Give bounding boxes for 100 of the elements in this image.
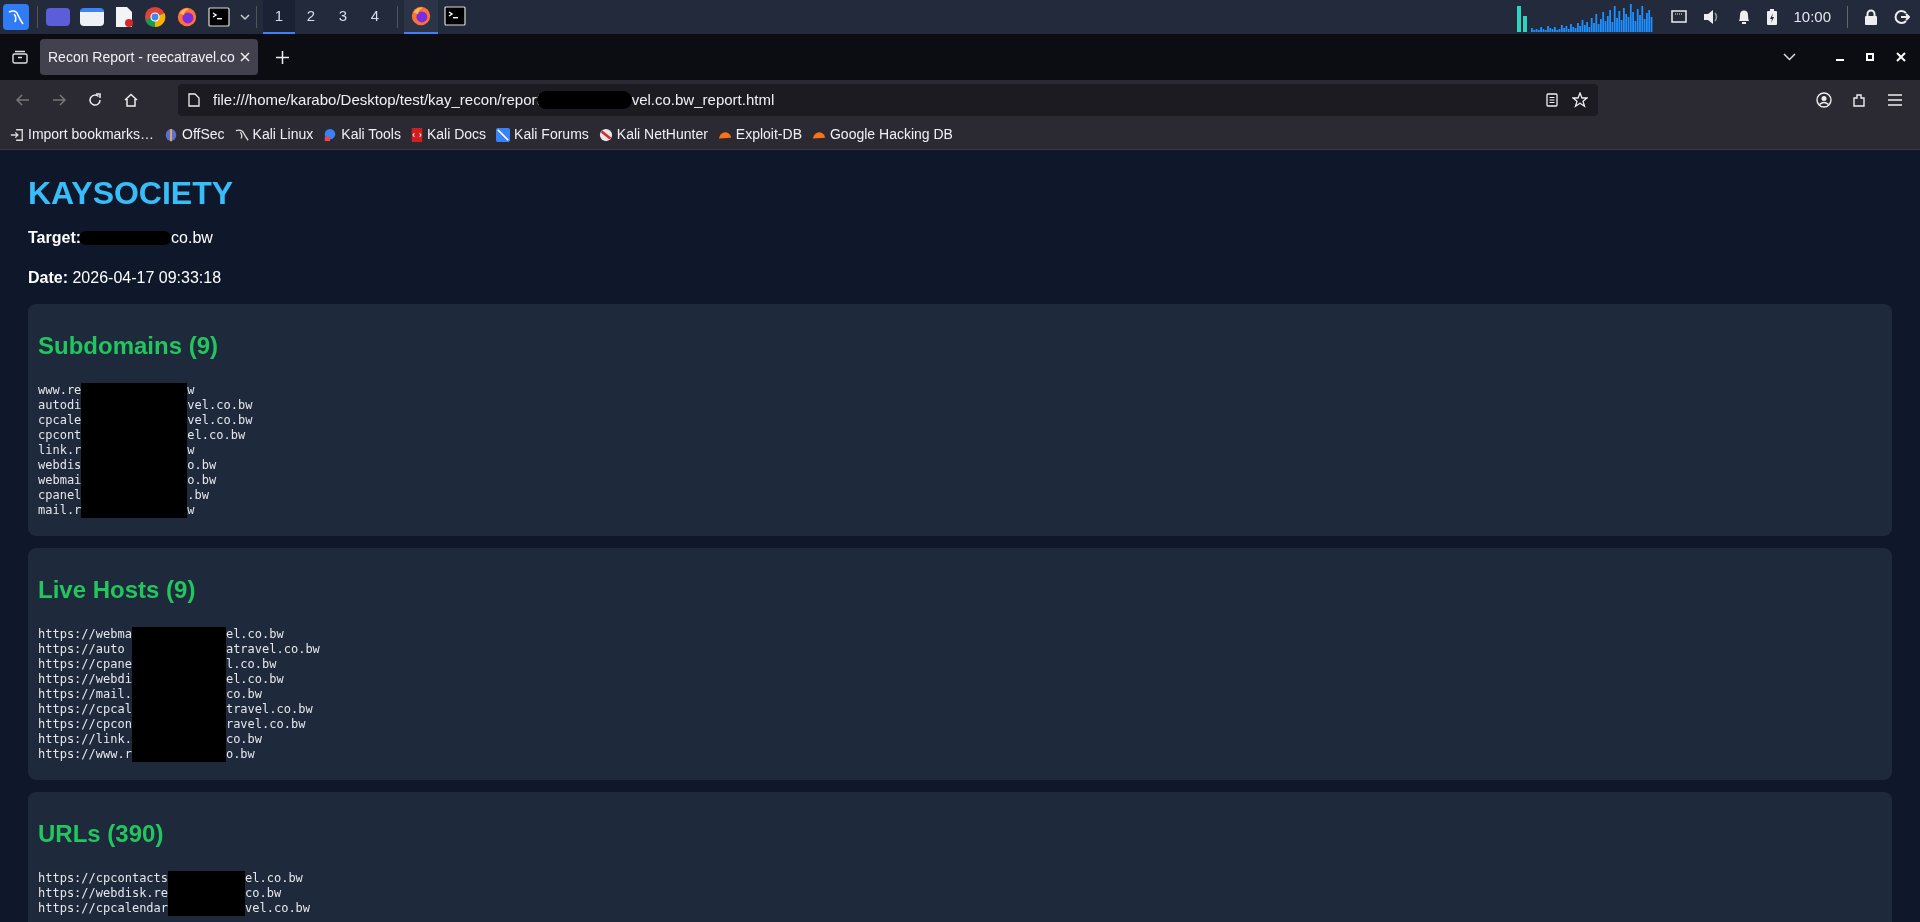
line-text: webdis xyxy=(38,458,82,474)
terminal-icon xyxy=(208,7,230,27)
chevron-down-icon[interactable] xyxy=(1783,53,1796,61)
maximize-icon[interactable] xyxy=(1866,53,1874,61)
workspace-button[interactable]: 4 xyxy=(359,0,391,34)
bookmark[interactable]: Google Hacking DB xyxy=(812,124,953,145)
new-tab-icon[interactable] xyxy=(276,50,289,64)
menu-icon[interactable] xyxy=(1888,94,1902,106)
nethunter-icon xyxy=(598,127,613,142)
line-text: el.co.bw xyxy=(245,870,304,886)
line-text: cpcont xyxy=(38,428,82,444)
line-text: cpcale xyxy=(38,413,82,429)
target-label: Target: xyxy=(28,228,82,249)
line-text: o.bw xyxy=(225,747,256,762)
line-text: co.bw xyxy=(225,687,264,702)
line-text: link.r xyxy=(38,443,82,459)
dragon-icon xyxy=(7,8,25,26)
line-text: https://www.r xyxy=(38,747,132,762)
url-text: file:///home/karabo/Desktop/test/kay_recon/report xyxy=(213,89,541,110)
line-text: https://cpane xyxy=(38,657,132,672)
line-text: mail.r xyxy=(38,503,82,519)
bookmark[interactable]: Kali Docs xyxy=(410,124,487,145)
line-text: https://webma xyxy=(38,627,132,642)
account-icon[interactable] xyxy=(1816,92,1832,108)
import-icon xyxy=(10,127,24,142)
offsec-icon xyxy=(164,127,179,142)
text-editor-icon[interactable] xyxy=(114,6,134,28)
report-date: Date: 2026-04-17 09:33:18 xyxy=(28,268,223,289)
workspace-button[interactable]: 2 xyxy=(295,0,327,34)
line-text: o.bw xyxy=(187,473,218,489)
battery-icon[interactable] xyxy=(1767,9,1778,25)
forward-icon[interactable] xyxy=(52,94,66,106)
reload-icon[interactable] xyxy=(88,93,102,107)
kali-menu-button[interactable] xyxy=(3,4,29,30)
terminal-icon xyxy=(444,6,466,26)
forums-icon xyxy=(496,127,511,142)
bookmark[interactable]: Kali Linux xyxy=(234,124,314,145)
line-text: co.bw xyxy=(245,885,283,901)
dragon-icon xyxy=(234,127,249,142)
bookmark[interactable]: Kali Forums xyxy=(496,124,589,145)
back-icon[interactable] xyxy=(16,94,30,106)
line-text: www.re xyxy=(38,383,82,399)
line-text: el.co.bw xyxy=(225,627,285,642)
line-text: w xyxy=(187,383,196,399)
line-text: el.co.bw xyxy=(187,428,247,444)
firefox-icon xyxy=(410,5,432,27)
line-text: https://cpcalendar xyxy=(38,900,169,916)
line-text: https://webdisk.re xyxy=(38,885,169,901)
bookmark[interactable]: Import bookmarks… xyxy=(10,124,155,145)
task-button[interactable] xyxy=(404,0,438,34)
line-text: https://auto xyxy=(38,642,126,657)
workspace-button[interactable]: 1 xyxy=(263,0,295,34)
home-icon[interactable] xyxy=(124,93,138,107)
line-text: co.bw xyxy=(225,732,264,747)
line-text: l.co.bw xyxy=(225,657,278,672)
line-text: https://cpcal xyxy=(38,702,132,717)
browser-tab[interactable]: Recon Report - reecatravel.co xyxy=(40,39,258,75)
bookmark[interactable]: Kali Tools xyxy=(323,124,401,145)
bookmark[interactable]: Kali NetHunter xyxy=(598,124,708,145)
line-text: atravel.co.bw xyxy=(225,642,320,657)
bookmark[interactable]: Exploit-DB xyxy=(717,124,802,145)
tab-title: Recon Report - reecatravel.co xyxy=(48,47,236,67)
folder-icon[interactable] xyxy=(80,8,104,26)
line-text: webmai xyxy=(38,473,82,489)
star-icon[interactable] xyxy=(1572,92,1588,108)
target-value: co.bw xyxy=(171,228,213,249)
line-text: o.bw xyxy=(187,458,218,474)
bell-icon[interactable] xyxy=(1737,9,1752,25)
line-text: https://webdi xyxy=(38,672,132,687)
address-bar[interactable]: file:///home/karabo/Desktop/test/kay_recon/report vel.co.bw_report.html xyxy=(178,84,1598,116)
line-text: w xyxy=(187,503,196,519)
line-text: el.co.bw xyxy=(225,672,285,687)
line-text: travel.co.bw xyxy=(225,702,314,717)
line-text: autodi xyxy=(38,398,82,414)
tools-icon xyxy=(323,127,338,142)
line-text: ravel.co.bw xyxy=(225,717,307,732)
bookmark[interactable]: OffSec xyxy=(164,124,225,145)
line-text: vel.co.bw xyxy=(187,398,253,414)
line-text: https://cpcon xyxy=(38,717,132,732)
line-text: vel.co.bw xyxy=(245,900,311,916)
line-text: cpanel xyxy=(38,488,82,504)
logout-icon[interactable] xyxy=(1894,9,1910,25)
line-text: https://cpcontacts xyxy=(38,870,169,886)
extensions-icon[interactable] xyxy=(1852,92,1868,108)
section-heading: Live Hosts (9) xyxy=(38,576,197,605)
tab-overview-icon[interactable] xyxy=(12,50,28,64)
network-icon[interactable] xyxy=(1671,10,1688,24)
line-text: https://link. xyxy=(38,732,132,747)
close-icon[interactable] xyxy=(240,52,250,62)
url-text: vel.co.bw_report.html xyxy=(631,89,775,110)
chevron-down-icon[interactable] xyxy=(240,13,250,21)
report-title: KAYSOCIETY xyxy=(28,174,235,213)
lock-icon[interactable] xyxy=(1864,9,1878,25)
docs-icon xyxy=(410,127,423,142)
line-text: vel.co.bw xyxy=(187,413,253,429)
chrome-icon[interactable] xyxy=(144,6,166,28)
clock[interactable]: 10:00 xyxy=(1793,5,1831,29)
reader-view-icon[interactable] xyxy=(1546,93,1558,107)
page-icon xyxy=(188,93,200,107)
workspace-button[interactable]: 3 xyxy=(327,0,359,34)
